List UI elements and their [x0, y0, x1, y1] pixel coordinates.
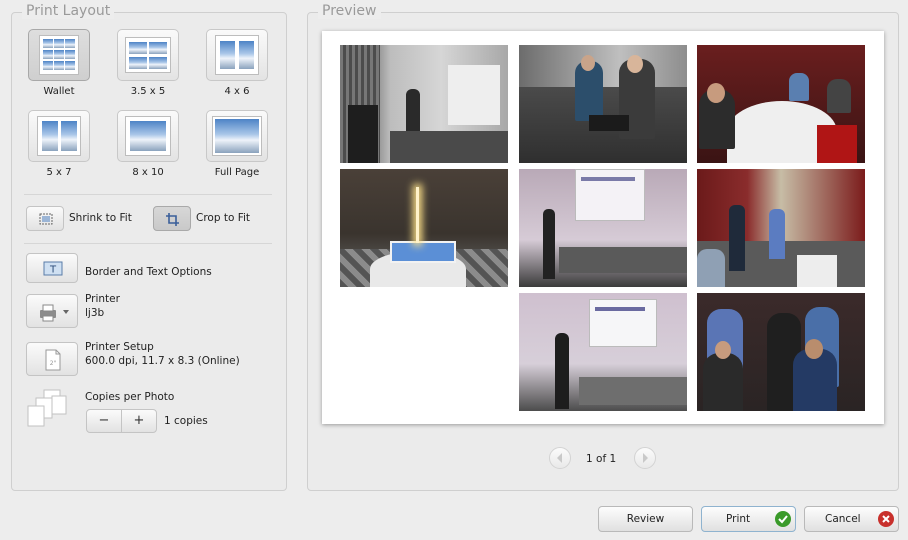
printer-label: Printer	[85, 293, 120, 305]
photo-speaker-with-projector-screen[interactable]	[519, 169, 687, 287]
chevron-down-icon	[63, 310, 69, 314]
close-icon	[878, 511, 894, 527]
chevron-right-icon	[643, 453, 648, 463]
previous-page-button[interactable]	[549, 447, 571, 469]
8x10-thumbnail-icon	[125, 116, 171, 156]
cancel-label: Cancel	[825, 513, 861, 525]
layout-full-page-button[interactable]	[206, 110, 268, 162]
photo-speaker-at-screen[interactable]	[519, 293, 687, 411]
copies-decrement-button[interactable]: −	[86, 409, 122, 433]
printer-icon	[40, 304, 69, 322]
checkmark-icon	[775, 511, 791, 527]
copies-label: Copies per Photo	[85, 391, 175, 403]
page-indicator: 1 of 1	[586, 453, 617, 465]
separator	[24, 194, 272, 195]
layout-8x10-label: 8 x 10	[132, 167, 164, 178]
crop-to-fit-button[interactable]	[153, 206, 191, 231]
printer-setup-label: Printer Setup	[85, 341, 154, 353]
4x6-thumbnail-icon	[215, 35, 259, 75]
review-button[interactable]: Review	[598, 506, 693, 532]
copies-value: 1 copies	[164, 415, 208, 427]
separator	[24, 243, 272, 244]
print-button[interactable]: Print	[701, 506, 796, 532]
shrink-to-fit-button[interactable]	[26, 206, 64, 231]
photo-banquet-table[interactable]	[697, 45, 865, 163]
review-label: Review	[626, 513, 665, 525]
layout-8x10-button[interactable]	[117, 110, 179, 162]
photo-two-men-with-laptops[interactable]	[519, 45, 687, 163]
photo-presenter-at-lectern[interactable]	[340, 45, 508, 163]
crop-to-fit-label[interactable]: Crop to Fit	[196, 212, 250, 224]
layout-wallet-button[interactable]	[28, 29, 90, 81]
chevron-left-icon	[557, 453, 562, 463]
printer-setup-button[interactable]: 2"	[26, 342, 78, 376]
shrink-icon	[39, 213, 53, 225]
copies-increment-button[interactable]: +	[121, 409, 157, 433]
copies-icon	[27, 389, 67, 427]
shrink-to-fit-label[interactable]: Shrink to Fit	[69, 212, 132, 224]
layout-5x7-label: 5 x 7	[46, 167, 72, 178]
border-text-options-button[interactable]: T	[26, 253, 78, 283]
layout-wallet-label: Wallet	[43, 86, 75, 97]
photo-group-conversation[interactable]	[697, 293, 865, 411]
next-page-button[interactable]	[634, 447, 656, 469]
preview-title: Preview	[318, 3, 381, 19]
page-setup-icon: 2"	[45, 349, 61, 371]
layout-3-5x5-label: 3.5 x 5	[130, 86, 166, 97]
printer-value: lj3b	[85, 307, 105, 319]
full-page-thumbnail-icon	[212, 116, 262, 156]
border-text-options-label: Border and Text Options	[85, 266, 212, 278]
print-label: Print	[726, 513, 751, 525]
svg-text:T: T	[49, 265, 57, 276]
photo-speakers-in-red-hall[interactable]	[697, 169, 865, 287]
cancel-button[interactable]: Cancel	[804, 506, 899, 532]
layout-3-5x5-button[interactable]	[117, 29, 179, 81]
svg-text:2": 2"	[50, 360, 57, 367]
photo-birthday-cake-with-sparkler[interactable]	[340, 169, 508, 287]
layout-4x6-button[interactable]	[206, 29, 268, 81]
printer-setup-value: 600.0 dpi, 11.7 x 8.3 (Online)	[85, 355, 240, 367]
printer-select-button[interactable]	[26, 294, 78, 328]
text-options-icon: T	[43, 261, 63, 276]
wallet-thumbnail-icon	[39, 35, 79, 75]
crop-icon	[166, 213, 179, 226]
layout-4x6-label: 4 x 6	[224, 86, 250, 97]
layout-5x7-button[interactable]	[28, 110, 90, 162]
layout-full-page-label: Full Page	[214, 167, 260, 178]
5x7-thumbnail-icon	[37, 116, 81, 156]
print-layout-title: Print Layout	[22, 3, 115, 19]
preview-page	[322, 31, 884, 424]
3-5x5-thumbnail-icon	[125, 37, 171, 73]
